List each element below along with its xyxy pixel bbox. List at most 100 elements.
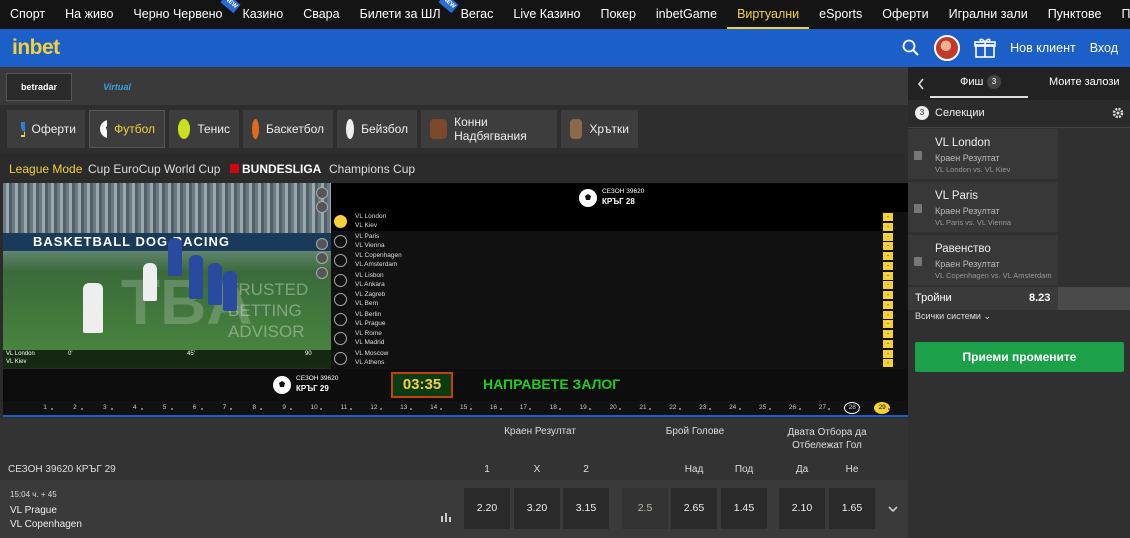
tab-offers[interactable]: Оферти bbox=[7, 110, 85, 148]
chevron-down-icon[interactable] bbox=[888, 506, 898, 514]
play-icon[interactable] bbox=[334, 332, 347, 345]
odd-away[interactable]: 3.15 bbox=[563, 488, 609, 529]
slip-count-badge: 3 bbox=[987, 75, 1001, 89]
odd-btts-no[interactable]: 1.65 bbox=[829, 488, 875, 529]
play-icon[interactable] bbox=[334, 293, 347, 306]
provider-betradar[interactable]: betradar bbox=[6, 73, 72, 101]
nav-svara[interactable]: Свара bbox=[293, 0, 349, 29]
tab-greyhounds[interactable]: Хрътки bbox=[561, 110, 638, 148]
gift-icon[interactable] bbox=[974, 37, 996, 59]
play-icon[interactable] bbox=[334, 234, 347, 248]
chevron-left-icon[interactable] bbox=[917, 78, 925, 90]
odd-over[interactable]: 2.65 bbox=[671, 488, 717, 529]
odd-draw[interactable]: 3.20 bbox=[514, 488, 560, 529]
odds-button[interactable]: - bbox=[883, 252, 893, 260]
tab-my-bets[interactable]: Моите залози bbox=[1049, 76, 1120, 88]
stake-input[interactable] bbox=[1058, 287, 1130, 310]
nav-inbetgame[interactable]: inbetGame bbox=[646, 0, 727, 29]
nav-live[interactable]: На живо bbox=[55, 0, 123, 29]
provider-virtual[interactable]: Virtual bbox=[84, 73, 150, 101]
trash-icon[interactable] bbox=[914, 151, 922, 160]
race-row[interactable]: VL Zagreb VL Bern bbox=[331, 290, 881, 309]
bet-market: Краен Резултат bbox=[935, 153, 1000, 163]
play-icon[interactable] bbox=[334, 351, 347, 365]
odds-button[interactable]: - bbox=[883, 320, 893, 328]
nav-cl-tickets[interactable]: Билети за ШЛ NEW bbox=[350, 0, 459, 29]
nav-offers[interactable]: Оферти bbox=[872, 0, 938, 29]
odd-home[interactable]: 2.20 bbox=[464, 488, 510, 529]
play-icon[interactable] bbox=[334, 312, 347, 326]
play-icon[interactable] bbox=[334, 273, 347, 287]
bet-selection[interactable]: Равенство Краен Резултат VL Copenhagen v… bbox=[908, 235, 1058, 285]
nav-points[interactable]: Пунктове bbox=[1038, 0, 1112, 29]
odds-button[interactable]: - bbox=[883, 339, 893, 348]
accept-changes-button[interactable]: Приеми промените bbox=[915, 342, 1124, 372]
league-world-cup[interactable]: World Cup bbox=[164, 162, 220, 176]
nav-poker[interactable]: Покер bbox=[590, 0, 645, 29]
avatar[interactable] bbox=[934, 35, 961, 61]
all-systems-toggle[interactable]: Всички системи ⌄ bbox=[915, 311, 991, 322]
nav-esports[interactable]: eSports bbox=[809, 0, 872, 29]
tab-football[interactable]: Футбол bbox=[89, 110, 165, 148]
odds-button[interactable]: - bbox=[883, 261, 893, 270]
video-control[interactable] bbox=[316, 252, 328, 264]
nav-casino[interactable]: Казино bbox=[233, 0, 294, 29]
tab-tennis[interactable]: Тенис bbox=[169, 110, 239, 148]
search-icon[interactable] bbox=[902, 39, 920, 57]
bet-selection[interactable]: VL London Краен Резултат VL London vs. V… bbox=[908, 129, 1058, 179]
tab-basketball[interactable]: Баскетбол bbox=[243, 110, 333, 148]
play-icon[interactable] bbox=[334, 254, 347, 267]
tab-baseball[interactable]: Бейзбол bbox=[337, 110, 417, 148]
league-bundesliga[interactable]: BUNDESLIGA bbox=[230, 162, 321, 176]
tab-slip[interactable]: Фиш 3 bbox=[930, 67, 1028, 98]
video-control[interactable] bbox=[316, 187, 328, 199]
league-champions-cup[interactable]: Champions Cup bbox=[329, 162, 415, 176]
nav-sport[interactable]: Спорт bbox=[0, 0, 55, 29]
register-link[interactable]: Нов клиент bbox=[1010, 41, 1076, 55]
play-icon[interactable] bbox=[334, 215, 347, 228]
race-row[interactable]: VL Moscow VL Athens bbox=[331, 349, 881, 368]
nav-virtual[interactable]: Виртуални bbox=[727, 0, 810, 29]
live-video[interactable]: BASKETBALL DOG RACING TBA TRUSTED BETTIN… bbox=[3, 183, 331, 368]
race-row[interactable]: VL Rome VL Madrid bbox=[331, 329, 881, 348]
odds-button[interactable]: - bbox=[883, 232, 893, 241]
nav-red-black[interactable]: Черно Червено NEW bbox=[123, 0, 241, 29]
odds-button[interactable]: - bbox=[883, 222, 893, 231]
odds-button[interactable]: - bbox=[883, 300, 893, 309]
odds-button[interactable]: - bbox=[883, 330, 893, 338]
race-row[interactable]: VL Berlin VL Prague bbox=[331, 310, 881, 329]
tab-horse-racing[interactable]: Конни Надбягвания bbox=[421, 110, 557, 148]
bet-name: VL Paris bbox=[935, 190, 979, 202]
gear-icon[interactable] bbox=[1112, 107, 1124, 119]
odds-button[interactable]: - bbox=[883, 310, 893, 319]
odd-under[interactable]: 1.45 bbox=[721, 488, 767, 529]
video-control[interactable] bbox=[316, 267, 328, 279]
odds-button[interactable]: - bbox=[883, 349, 893, 358]
odds-button[interactable]: - bbox=[883, 359, 893, 367]
bet-selection[interactable]: VL Paris Краен Резултат VL Paris vs. VL … bbox=[908, 182, 1058, 232]
league-eurocup[interactable]: Cup EuroCup bbox=[88, 162, 161, 176]
timeline-dot bbox=[379, 408, 382, 410]
odds-button[interactable]: - bbox=[883, 242, 893, 250]
race-row[interactable]: VL Lisbon VL Ankara bbox=[331, 271, 881, 290]
odds-button[interactable]: - bbox=[883, 271, 893, 280]
race-row[interactable]: VL London VL Kiev bbox=[331, 212, 881, 231]
trash-icon[interactable] bbox=[914, 204, 922, 213]
odds-button[interactable]: - bbox=[883, 291, 893, 299]
nav-help[interactable]: Помощ и въпроси bbox=[1111, 0, 1130, 29]
race-row[interactable]: VL Copenhagen VL Amsterdam bbox=[331, 251, 881, 270]
nav-halls[interactable]: Игрални зали bbox=[939, 0, 1038, 29]
video-control[interactable] bbox=[316, 201, 328, 213]
odd-btts-yes[interactable]: 2.10 bbox=[779, 488, 825, 529]
odds-button[interactable]: - bbox=[883, 213, 893, 221]
trash-icon[interactable] bbox=[914, 257, 922, 266]
login-link[interactable]: Вход bbox=[1090, 41, 1118, 55]
race-row[interactable]: VL Paris VL Vienna bbox=[331, 232, 881, 251]
nav-live-casino[interactable]: Live Казино bbox=[503, 0, 590, 29]
stats-icon[interactable] bbox=[441, 512, 451, 522]
odds-button[interactable]: - bbox=[883, 281, 893, 289]
nav-vegas[interactable]: Вегас bbox=[451, 0, 504, 29]
logo[interactable]: inbet bbox=[12, 36, 60, 60]
league-league-mode[interactable]: League Mode bbox=[9, 162, 82, 176]
video-control[interactable] bbox=[316, 238, 328, 250]
